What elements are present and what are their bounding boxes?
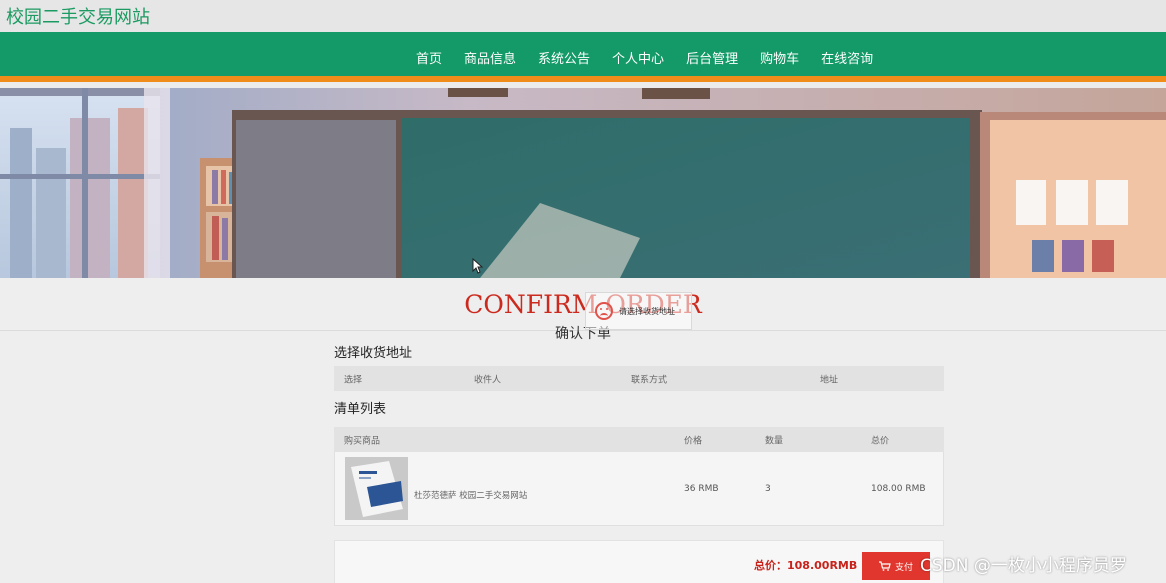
page-title-en: CONFIRM ORDER <box>464 290 702 319</box>
col-select: 选择 <box>344 375 363 385</box>
col-contact: 联系方式 <box>631 375 668 385</box>
nav-item-admin[interactable]: 后台管理 <box>684 48 740 67</box>
csdn-watermark: CSDN @一枚小小程序员罗 <box>920 556 1127 576</box>
classroom-banner-image <box>0 88 1166 278</box>
row-quantity: 3 <box>765 483 771 494</box>
col-recipient: 收件人 <box>474 375 502 385</box>
col-total: 总价 <box>871 436 890 446</box>
alert-toast: 请选择收货地址 <box>585 292 692 330</box>
mouse-pointer-icon <box>472 258 484 274</box>
nav-item-chat[interactable]: 在线咨询 <box>819 48 875 67</box>
nav-item-cart[interactable]: 购物车 <box>758 48 801 67</box>
nav-item-home[interactable]: 首页 <box>414 48 444 67</box>
col-quantity: 数量 <box>765 436 784 446</box>
address-table: 选择 收件人 联系方式 地址 <box>334 366 944 391</box>
row-price: 36 RMB <box>684 483 719 494</box>
nav-item-products[interactable]: 商品信息 <box>462 48 518 67</box>
cart-icon <box>878 561 891 571</box>
order-content: CONFIRM ORDER 确认下单 请选择收货地址 选择收货地址 选择 收件人… <box>0 278 1166 583</box>
table-row: 杜莎范德萨 校园二手交易网站 36 RMB 3 108.00 RMB <box>334 452 944 526</box>
address-table-header: 选择 收件人 联系方式 地址 <box>334 366 944 391</box>
main-nav: 首页 商品信息 系统公告 个人中心 后台管理 购物车 在线咨询 <box>0 32 1166 82</box>
cart-section-title: 清单列表 <box>334 402 387 417</box>
product-thumbnail[interactable] <box>345 457 408 520</box>
nav-item-announcements[interactable]: 系统公告 <box>536 48 592 67</box>
sad-face-icon <box>595 302 613 320</box>
nav-item-profile[interactable]: 个人中心 <box>610 48 666 67</box>
nav-list: 首页 商品信息 系统公告 个人中心 后台管理 购物车 在线咨询 <box>414 32 875 82</box>
page-title-cn: 确认下单 <box>555 326 611 342</box>
col-address: 地址 <box>820 375 839 385</box>
product-name[interactable]: 杜莎范德萨 校园二手交易网站 <box>414 489 527 501</box>
order-total: 总价：108.00RMB <box>754 559 858 572</box>
site-title[interactable]: 校园二手交易网站 <box>6 3 150 29</box>
address-section-title: 选择收货地址 <box>334 346 413 361</box>
toast-message: 请选择收货地址 <box>619 306 675 316</box>
row-total: 108.00 RMB <box>871 483 926 494</box>
col-price: 价格 <box>684 436 703 446</box>
pay-button-label: 支付 <box>894 562 913 573</box>
top-bar: 校园二手交易网站 <box>0 0 1166 32</box>
cart-table: 购买商品 价格 数量 总价 杜莎范德萨 校园二手交易网站 36 RMB 3 10… <box>334 427 944 526</box>
col-product: 购买商品 <box>344 436 381 446</box>
cart-table-header: 购买商品 价格 数量 总价 <box>334 427 944 452</box>
